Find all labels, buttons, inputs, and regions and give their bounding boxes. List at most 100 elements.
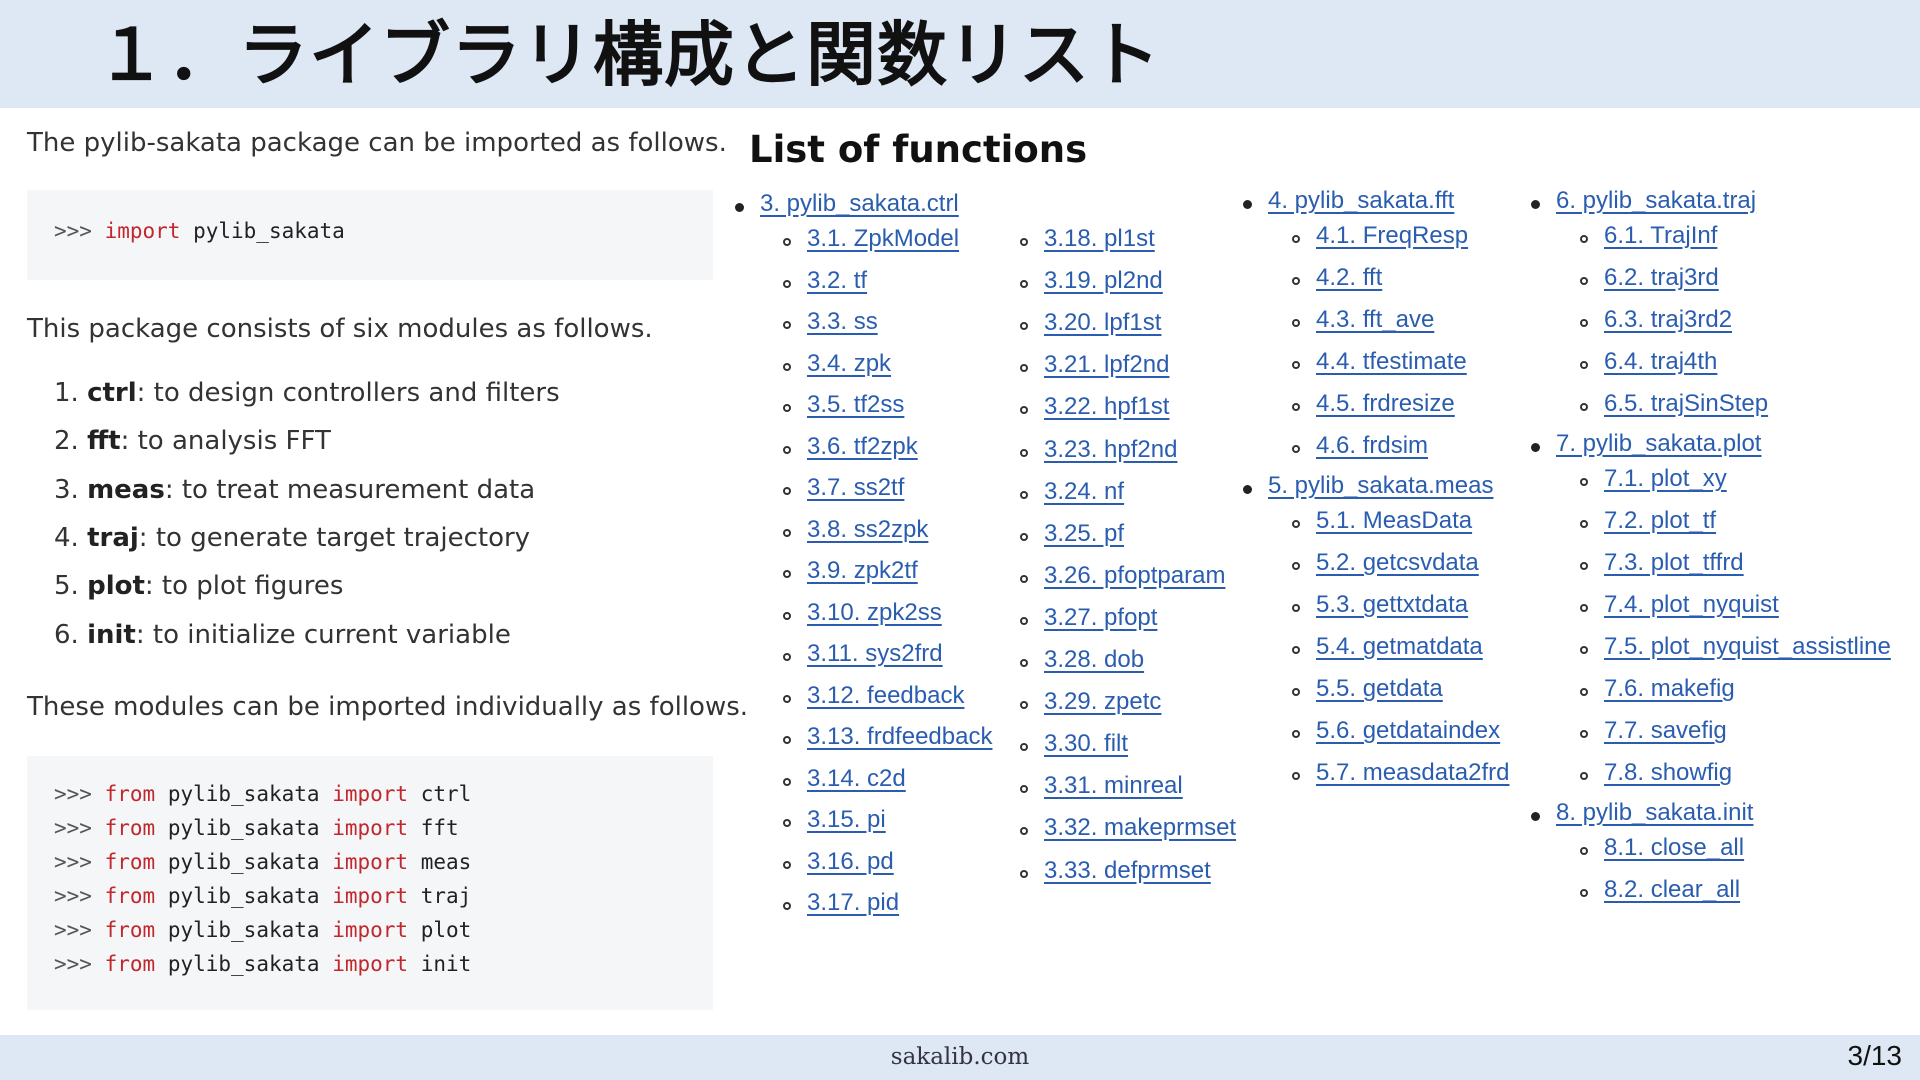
function-link[interactable]: 3.28. dob xyxy=(1044,646,1144,673)
function-link[interactable]: 8. pylib_sakata.init xyxy=(1556,799,1753,826)
function-link[interactable]: 4.5. frdresize xyxy=(1316,390,1455,417)
function-link[interactable]: 4. pylib_sakata.fft xyxy=(1268,187,1454,214)
function-link[interactable]: 5.7. measdata2frd xyxy=(1316,759,1509,786)
function-list-item: 3.21. lpf2nd xyxy=(1020,351,1169,379)
module-list-item: 4. traj: to generate target trajectory xyxy=(54,522,531,553)
function-link[interactable]: 3.25. pf xyxy=(1044,520,1124,547)
circle-bullet-icon xyxy=(783,528,791,537)
function-link[interactable]: 4.1. FreqResp xyxy=(1316,222,1468,249)
function-list-item: 6.3. traj3rd2 xyxy=(1580,306,1732,334)
circle-bullet-icon xyxy=(783,445,791,454)
function-link[interactable]: 4.3. fft_ave xyxy=(1316,306,1434,333)
function-link[interactable]: 3.32. makeprmset xyxy=(1044,814,1236,841)
function-link[interactable]: 8.2. clear_all xyxy=(1604,876,1740,903)
intro-text: The pylib-sakata package can be imported… xyxy=(27,128,727,158)
function-link[interactable]: 3.29. zpetc xyxy=(1044,688,1161,715)
function-link[interactable]: 3.18. pl1st xyxy=(1044,225,1155,252)
function-link[interactable]: 3.30. filt xyxy=(1044,730,1128,757)
circle-bullet-icon xyxy=(783,570,791,578)
circle-bullet-icon xyxy=(1020,448,1028,457)
function-list-item: 3.11. sys2frd xyxy=(783,640,943,668)
circle-bullet-icon xyxy=(1292,772,1300,780)
function-link[interactable]: 8.1. close_all xyxy=(1604,834,1744,861)
function-link[interactable]: 6.5. trajSinStep xyxy=(1604,390,1768,417)
function-link[interactable]: 7.7. savefig xyxy=(1604,717,1727,744)
function-link[interactable]: 7.3. plot_tffrd xyxy=(1604,549,1744,576)
function-link[interactable]: 7.5. plot_nyquist_assistline xyxy=(1604,633,1891,660)
circle-bullet-icon xyxy=(1580,604,1588,612)
function-link[interactable]: 7.2. plot_tf xyxy=(1604,507,1716,534)
function-link[interactable]: 5. pylib_sakata.meas xyxy=(1268,472,1493,499)
function-link[interactable]: 3.13. frdfeedback xyxy=(807,723,992,750)
function-link[interactable]: 5.3. gettxtdata xyxy=(1316,591,1468,618)
function-link[interactable]: 5.6. getdataindex xyxy=(1316,717,1500,744)
individual-intro-text: These modules can be imported individual… xyxy=(27,692,749,722)
circle-bullet-icon xyxy=(1580,847,1588,855)
function-link[interactable]: 3.9. zpk2tf xyxy=(807,557,918,584)
function-list-item: 6.4. traj4th xyxy=(1580,348,1717,376)
function-list-item: 3.30. filt xyxy=(1020,730,1128,758)
function-link[interactable]: 3.8. ss2zpk xyxy=(807,516,928,543)
disc-bullet-icon xyxy=(1531,200,1540,209)
function-link[interactable]: 4.2. fft xyxy=(1316,264,1382,291)
function-link[interactable]: 3.24. nf xyxy=(1044,478,1124,505)
function-link[interactable]: 3.4. zpk xyxy=(807,350,891,377)
function-link[interactable]: 3.26. pfoptparam xyxy=(1044,562,1225,589)
function-link[interactable]: 3.1. ZpkModel xyxy=(807,225,959,252)
function-link[interactable]: 3.6. tf2zpk xyxy=(807,433,918,460)
function-link[interactable]: 3.10. zpk2ss xyxy=(807,599,942,626)
module-list-item: 5. plot: to plot figures xyxy=(54,571,344,602)
function-link[interactable]: 3.5. tf2ss xyxy=(807,391,904,418)
modules-intro-text: This package consists of six modules as … xyxy=(27,314,653,344)
function-link[interactable]: 3.15. pi xyxy=(807,806,886,833)
function-link[interactable]: 3.21. lpf2nd xyxy=(1044,351,1169,378)
function-list-item: 3.19. pl2nd xyxy=(1020,267,1163,295)
function-list-item: 7.5. plot_nyquist_assistline xyxy=(1580,633,1891,661)
function-link[interactable]: 3.22. hpf1st xyxy=(1044,393,1169,420)
function-link[interactable]: 3.20. lpf1st xyxy=(1044,309,1161,336)
function-list-item: 3.25. pf xyxy=(1020,520,1124,548)
circle-bullet-icon xyxy=(783,279,791,288)
circle-bullet-icon xyxy=(1020,827,1028,836)
function-link[interactable]: 3.19. pl2nd xyxy=(1044,267,1163,294)
function-link[interactable]: 6.2. traj3rd xyxy=(1604,264,1719,291)
function-link[interactable]: 3.31. minreal xyxy=(1044,772,1183,799)
function-link[interactable]: 5.1. MeasData xyxy=(1316,507,1472,534)
function-link[interactable]: 7.6. makefig xyxy=(1604,675,1735,702)
function-link[interactable]: 3.11. sys2frd xyxy=(807,640,943,667)
function-list-item: 3.24. nf xyxy=(1020,478,1124,506)
function-link[interactable]: 5.4. getmatdata xyxy=(1316,633,1483,660)
function-link[interactable]: 4.4. tfestimate xyxy=(1316,348,1467,375)
function-link[interactable]: 3. pylib_sakata.ctrl xyxy=(760,190,959,217)
circle-bullet-icon xyxy=(1020,238,1028,246)
disc-bullet-icon xyxy=(1531,812,1540,821)
code-line: >>> from pylib_sakata import traj xyxy=(54,884,472,908)
function-link[interactable]: 3.27. pfopt xyxy=(1044,604,1157,631)
circle-bullet-icon xyxy=(1580,277,1588,285)
circle-bullet-icon xyxy=(1580,562,1588,570)
function-link[interactable]: 6.4. traj4th xyxy=(1604,348,1717,375)
function-link[interactable]: 3.33. defprmset xyxy=(1044,857,1211,884)
function-link[interactable]: 6.1. TrajInf xyxy=(1604,222,1717,249)
function-link[interactable]: 7.8. showfig xyxy=(1604,759,1732,786)
function-link[interactable]: 6.3. traj3rd2 xyxy=(1604,306,1732,333)
function-link[interactable]: 3.23. hpf2nd xyxy=(1044,436,1177,463)
function-link[interactable]: 3.17. pid xyxy=(807,889,899,916)
function-list-item: 4.2. fft xyxy=(1292,264,1382,292)
circle-bullet-icon xyxy=(1020,532,1028,541)
function-list-item: 3.28. dob xyxy=(1020,646,1144,674)
function-link[interactable]: 7.1. plot_xy xyxy=(1604,465,1727,492)
function-link[interactable]: 3.14. c2d xyxy=(807,765,906,792)
function-link[interactable]: 3.3. ss xyxy=(807,308,878,335)
function-link[interactable]: 5.2. getcsvdata xyxy=(1316,549,1479,576)
function-link[interactable]: 4.6. frdsim xyxy=(1316,432,1428,459)
function-link[interactable]: 3.12. feedback xyxy=(807,682,964,709)
function-link[interactable]: 3.16. pd xyxy=(807,848,894,875)
function-link[interactable]: 7.4. plot_nyquist xyxy=(1604,591,1779,618)
function-link[interactable]: 5.5. getdata xyxy=(1316,675,1443,702)
function-link[interactable]: 6. pylib_sakata.traj xyxy=(1556,187,1756,214)
function-link[interactable]: 3.2. tf xyxy=(807,267,867,294)
function-list-item: 5.2. getcsvdata xyxy=(1292,549,1479,577)
function-link[interactable]: 7. pylib_sakata.plot xyxy=(1556,430,1761,457)
function-link[interactable]: 3.7. ss2tf xyxy=(807,474,904,501)
